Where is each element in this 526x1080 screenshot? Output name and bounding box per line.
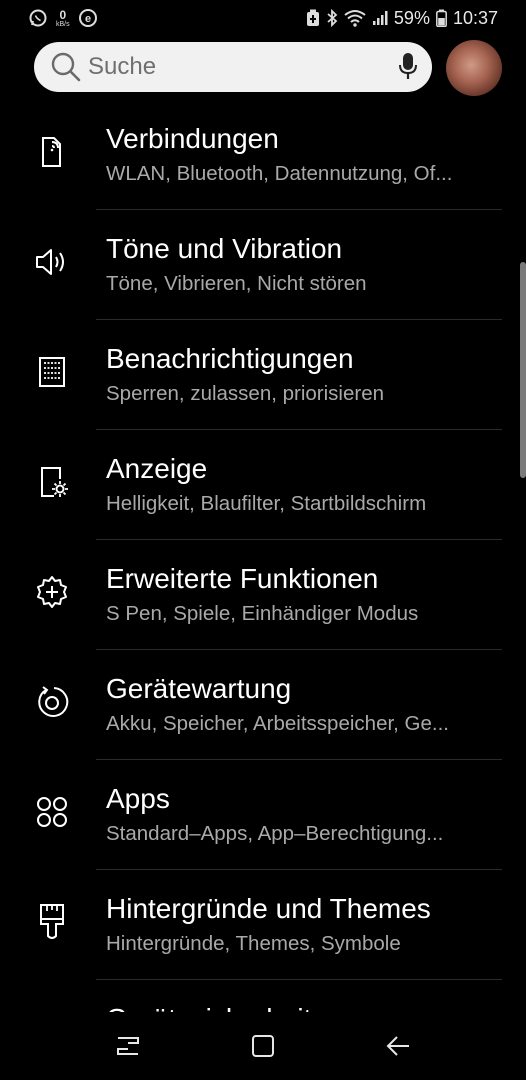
settings-item-subtitle: Sperren, zulassen, priorisieren [106,382,385,405]
settings-item-subtitle: Helligkeit, Blaufilter, Startbildschirm [106,492,427,515]
network-speed-indicator: 0 kB/s [56,7,70,28]
apps-icon [32,792,72,832]
navigation-bar [0,1012,526,1080]
advanced-features-icon [32,572,72,612]
settings-item-subtitle: Standard–Apps, App–Berechtigung... [106,822,444,845]
settings-item-title: Verbindungen [106,123,279,154]
settings-item-display[interactable]: Anzeige Helligkeit, Blaufilter, Startbil… [0,430,526,540]
device-maintenance-icon [32,682,72,722]
battery-percent: 59% [393,7,430,28]
wifi-icon [344,9,366,27]
notifications-icon [32,352,72,392]
settings-item-subtitle: WLAN, Bluetooth, Datennutzung, Of... [106,162,453,185]
recent-apps-icon [116,1037,139,1055]
settings-item-device-maintenance[interactable]: Gerätewartung Akku, Speicher, Arbeitsspe… [0,650,526,760]
search-icon [50,50,82,84]
signal-icon [372,10,388,26]
settings-item-title: Töne und Vibration [106,233,343,264]
settings-item-connections[interactable]: Verbindungen WLAN, Bluetooth, Datennutzu… [0,100,526,210]
battery-icon [436,9,447,27]
settings-item-notifications[interactable]: Benachrichtigungen Sperren, zulassen, pr… [0,320,526,430]
back-button[interactable] [378,1026,418,1066]
settings-item-subtitle: S Pen, Spiele, Einhändiger Modus [106,602,419,625]
microphone-icon[interactable] [398,50,418,84]
status-bar: 0 kB/s e 59% 10:37 [0,0,526,36]
settings-item-subtitle: Akku, Speicher, Arbeitsspeicher, Ge... [106,712,449,735]
home-button[interactable] [243,1026,283,1066]
settings-item-apps[interactable]: Apps Standard–Apps, App–Berechtigung... [0,760,526,870]
settings-item-title: Benachrichtigungen [106,343,354,374]
clock: 10:37 [452,7,498,28]
search-bar[interactable] [34,42,432,92]
settings-item-title: Erweiterte Funktionen [106,563,379,594]
recent-apps-button[interactable] [108,1026,148,1066]
wallpaper-brush-icon [32,902,72,942]
settings-item-title: Gerätewartung [106,673,292,704]
bluetooth-icon [326,9,338,27]
settings-item-title: Anzeige [106,453,208,484]
battery-saver-icon [306,9,320,27]
home-icon [251,1035,274,1057]
back-arrow-icon [386,1036,410,1056]
display-icon [32,462,72,502]
settings-item-subtitle: Töne, Vibrieren, Nicht stören [106,272,367,295]
search-input[interactable] [82,53,398,81]
whatsapp-icon [28,8,48,28]
settings-list: Verbindungen WLAN, Bluetooth, Datennutzu… [0,100,526,1012]
connections-icon [32,132,72,172]
svg-text:e: e [85,13,91,25]
settings-item-title: Apps [106,783,170,814]
settings-item-subtitle: Hintergründe, Themes, Symbole [106,932,401,955]
settings-item-device-security[interactable]: Gerätesicherheit [0,980,526,1012]
settings-item-title: Hintergründe und Themes [106,893,431,924]
settings-item-title: Gerätesicherheit [106,1002,496,1012]
e-app-icon: e [78,8,98,28]
settings-item-wallpapers-themes[interactable]: Hintergründe und Themes Hintergründe, Th… [0,870,526,980]
settings-item-sounds[interactable]: Töne und Vibration Töne, Vibrieren, Nich… [0,210,526,320]
scrollbar[interactable] [520,262,526,478]
avatar[interactable] [446,40,502,96]
settings-item-advanced-features[interactable]: Erweiterte Funktionen S Pen, Spiele, Ein… [0,540,526,650]
speaker-icon [32,242,72,282]
